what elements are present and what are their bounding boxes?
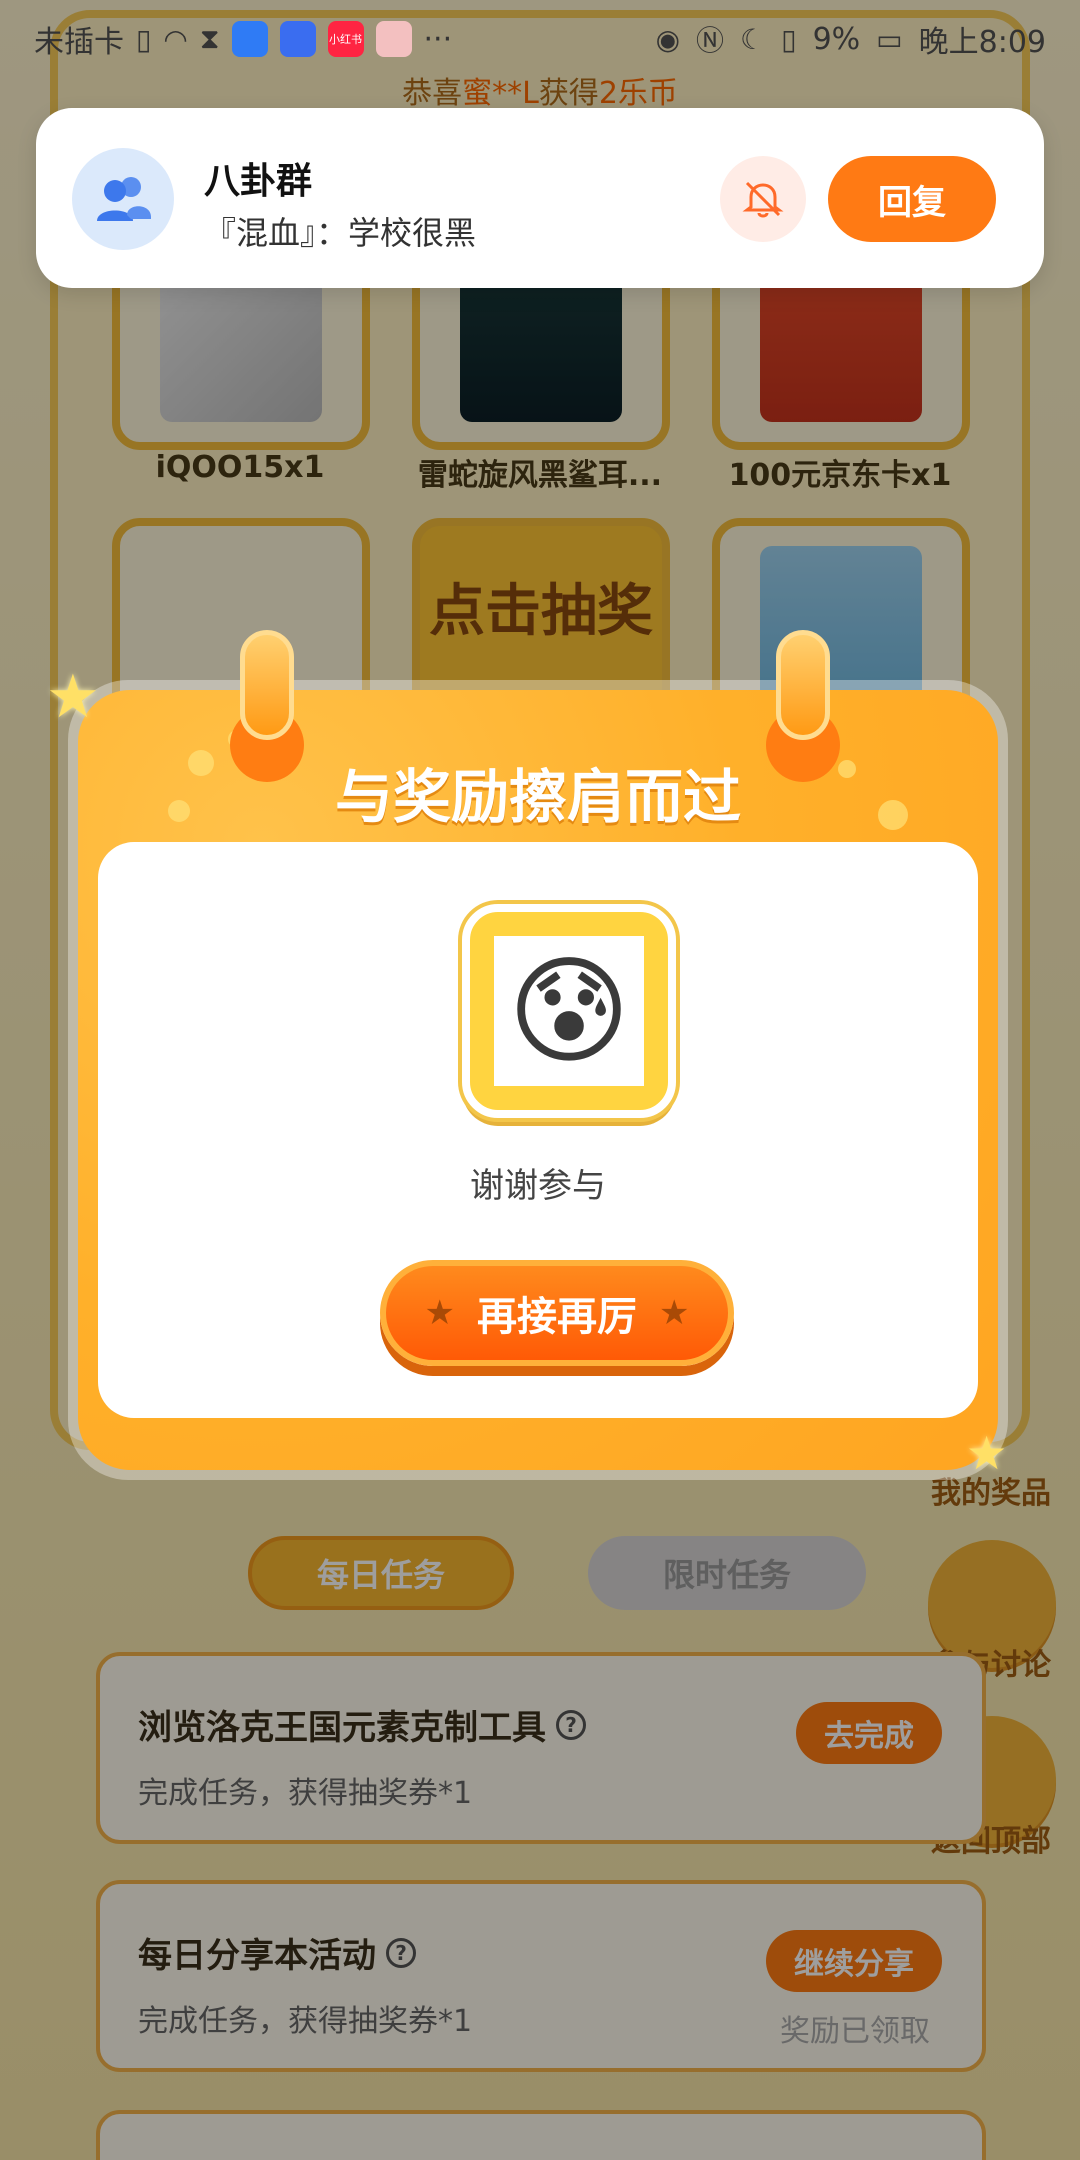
try-again-label: 再接再厉 xyxy=(477,1294,637,1340)
more-notifications-icon: ··· xyxy=(423,21,453,57)
hourglass-icon: ⧗ xyxy=(199,22,220,55)
vibrate-icon: ▯ xyxy=(781,22,797,56)
carrier-text: 未插卡 xyxy=(34,25,124,60)
app-icon-book xyxy=(375,21,412,57)
eye-icon: ◉ xyxy=(655,22,681,56)
binder-ring-icon xyxy=(240,630,294,740)
binder-ring-icon xyxy=(776,630,830,740)
clock: 晚上8:09 xyxy=(918,25,1046,60)
result-text: 谢谢参与 xyxy=(470,1166,606,1206)
crying-face-icon: 😰 xyxy=(494,936,644,1086)
app-icon-bulb xyxy=(279,21,316,57)
mute-button[interactable] xyxy=(720,156,806,242)
modal-card: 与奖励擦肩而过 😰 谢谢参与 ★ 再接再厉 ★ xyxy=(78,630,998,1470)
result-modal: 与奖励擦肩而过 😰 谢谢参与 ★ 再接再厉 ★ xyxy=(68,630,1008,1480)
status-bar: 未插卡 ▯ ◠ ⧗ 小红书 ··· ◉ Ⓝ ☾ ▯ 9% ▭ 晚上8:09 xyxy=(0,0,1080,78)
notification-title: 八卦群 xyxy=(204,160,313,202)
result-prize-tile: 😰 xyxy=(462,904,676,1118)
moon-icon: ☾ xyxy=(740,22,766,56)
battery-percent: 9% xyxy=(812,21,861,57)
nfc-icon: Ⓝ xyxy=(696,24,725,57)
group-avatar xyxy=(72,148,174,250)
star-decoration-icon: ★ xyxy=(966,1426,1008,1480)
bell-off-icon xyxy=(742,181,784,218)
notification-banner[interactable]: 八卦群 『混血』：学校很黑 回复 xyxy=(36,108,1044,288)
battery-icon: ▭ xyxy=(876,22,903,56)
modal-title: 与奖励擦肩而过 xyxy=(334,763,741,831)
notification-message: 『混血』：学校很黑 xyxy=(204,214,477,252)
wifi-icon: ◠ xyxy=(163,22,188,56)
app-icon-browser xyxy=(231,21,268,57)
group-icon xyxy=(97,177,151,221)
app-icon-xiaohongshu: 小红书 xyxy=(327,21,364,57)
star-icon: ★ xyxy=(424,1293,455,1333)
sim-icon: ▯ xyxy=(136,22,152,56)
try-again-button[interactable]: ★ 再接再厉 ★ xyxy=(380,1260,734,1366)
reply-button[interactable]: 回复 xyxy=(828,156,996,242)
modal-content: 😰 谢谢参与 ★ 再接再厉 ★ xyxy=(98,842,978,1418)
star-decoration-icon: ★ xyxy=(46,662,100,732)
star-icon: ★ xyxy=(659,1293,690,1333)
